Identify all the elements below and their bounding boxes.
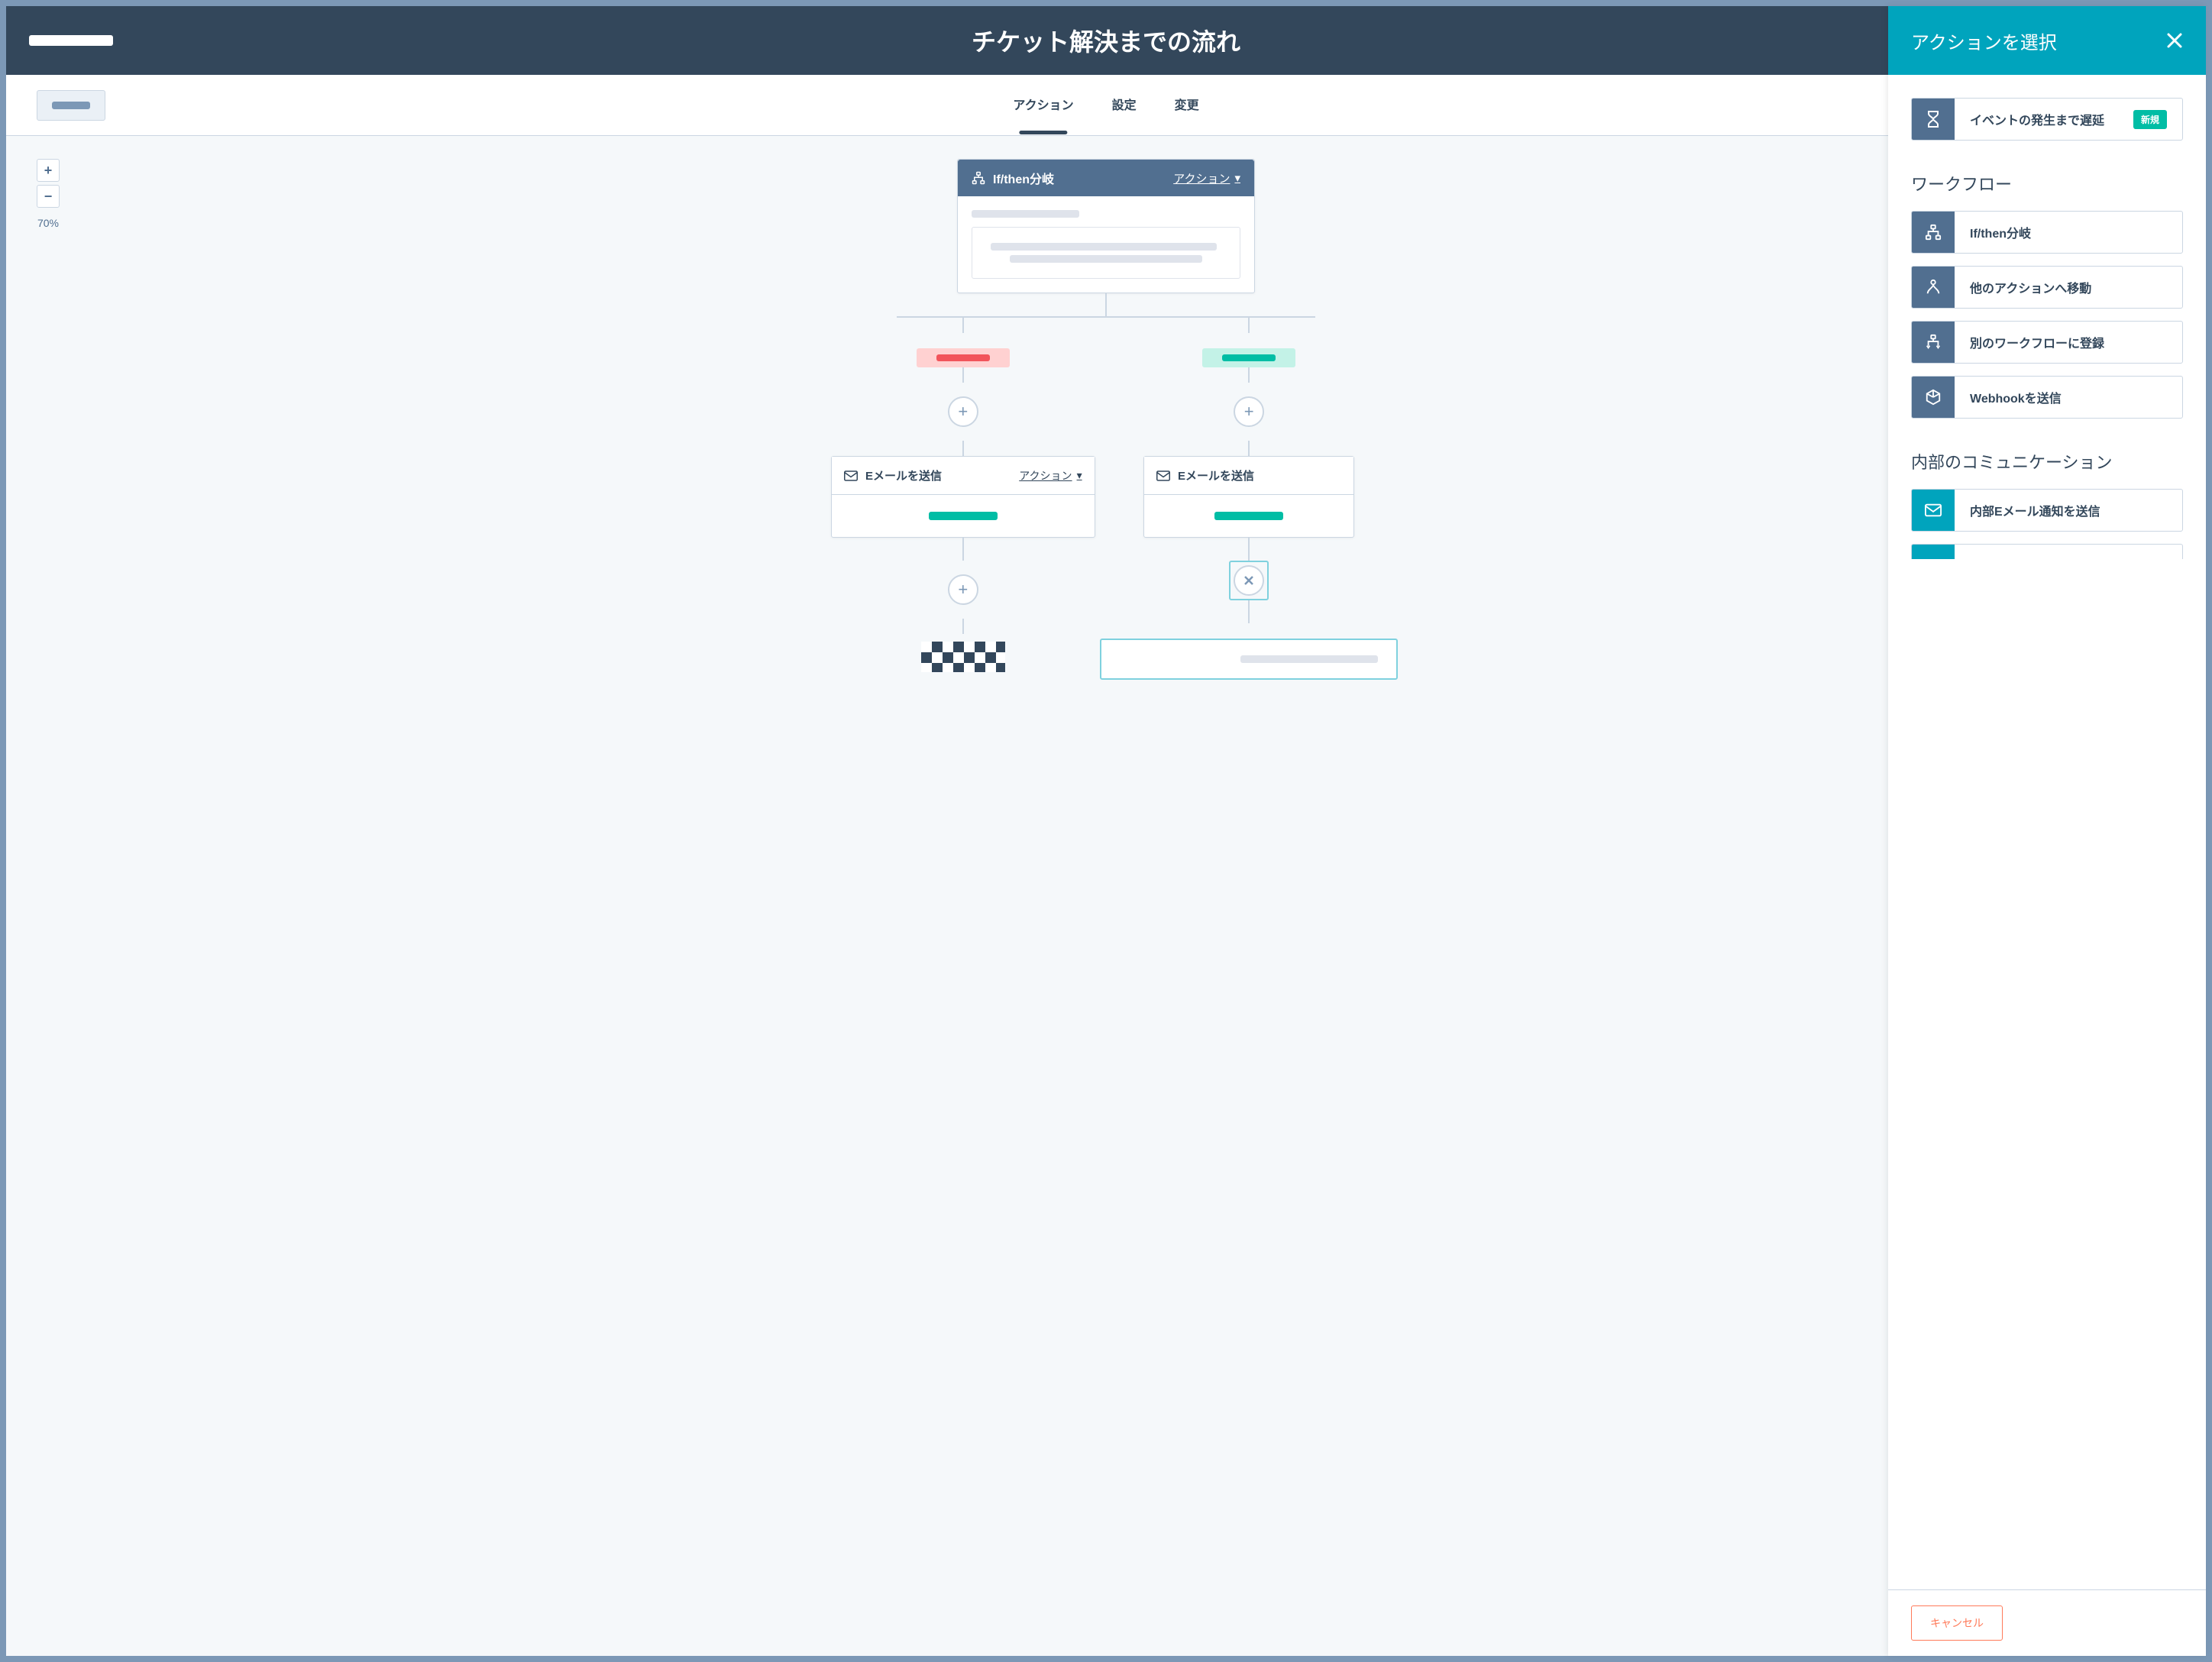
tab-changes[interactable]: 変更 <box>1175 95 1199 116</box>
branch-icon <box>1925 224 1942 241</box>
mail-icon <box>1925 503 1942 517</box>
new-action-placeholder[interactable] <box>1100 639 1398 680</box>
action-label: 内部Eメール通知を送信 <box>1970 501 2100 519</box>
new-badge: 新規 <box>2133 110 2167 129</box>
panel-close-button[interactable] <box>2166 32 2183 49</box>
branch-icon <box>972 171 985 185</box>
action-picker-panel: アクションを選択 イベントの発生まで遅延 新規 ワークフロー If/then分岐 <box>1888 6 2206 1656</box>
back-placeholder[interactable] <box>29 35 113 46</box>
close-icon <box>1243 575 1254 586</box>
chevron-down-icon: ▾ <box>1077 469 1082 482</box>
action-delay-until-event[interactable]: イベントの発生まで遅延 新規 <box>1911 98 2183 141</box>
tab-settings[interactable]: 設定 <box>1112 95 1137 116</box>
tab-action[interactable]: アクション <box>1013 95 1073 116</box>
if-node-title: If/then分岐 <box>993 169 1054 187</box>
section-internal: 内部のコミュニケーション <box>1911 449 2183 474</box>
workflow-canvas[interactable]: + − 70% If/then分岐 アクション ▾ <box>6 136 2206 1656</box>
section-workflow: ワークフロー <box>1911 171 2183 196</box>
mail-icon <box>1156 470 1170 481</box>
action-enroll-workflow[interactable]: 別のワークフローに登録 <box>1911 321 2183 364</box>
panel-title: アクションを選択 <box>1911 27 2057 54</box>
email-node-right-title: Eメールを送信 <box>1178 467 1254 483</box>
remove-action-selected[interactable] <box>1229 561 1269 600</box>
branch-label-no[interactable] <box>917 348 1010 367</box>
action-goto[interactable]: 他のアクションへ移動 <box>1911 266 2183 309</box>
page-title: チケット解決までの流れ <box>972 23 1240 58</box>
email-node-left-title: Eメールを送信 <box>865 467 942 483</box>
close-icon <box>2166 32 2183 49</box>
zoom-out-button[interactable]: − <box>37 185 60 208</box>
mail-icon <box>844 470 858 481</box>
action-internal-email[interactable]: 内部Eメール通知を送信 <box>1911 489 2183 532</box>
action-label: 他のアクションへ移動 <box>1970 278 2091 296</box>
if-node-action-menu[interactable]: アクション ▾ <box>1173 170 1240 186</box>
merge-icon <box>1925 279 1942 296</box>
cube-icon <box>1925 389 1942 406</box>
email-node-left[interactable]: Eメールを送信 アクション ▾ <box>831 456 1095 538</box>
action-label: If/then分岐 <box>1970 223 2031 241</box>
cancel-button[interactable]: キャンセル <box>1911 1605 2003 1641</box>
add-action-button-left-2[interactable]: + <box>948 574 978 605</box>
finish-flag-icon <box>921 642 1005 672</box>
hourglass-icon <box>1925 110 1942 128</box>
branch-label-yes[interactable] <box>1202 348 1295 367</box>
add-action-button-right-1[interactable]: + <box>1234 396 1264 427</box>
main-header: チケット解決までの流れ <box>6 6 2206 75</box>
action-if-then[interactable]: If/then分岐 <box>1911 211 2183 254</box>
email-node-left-action[interactable]: アクション ▾ <box>1019 468 1082 483</box>
chevron-down-icon: ▾ <box>1234 171 1240 185</box>
action-internal-other[interactable] <box>1911 544 2183 559</box>
toolbar-button[interactable] <box>37 90 105 121</box>
zoom-level: 70% <box>37 217 59 229</box>
workflow-enroll-icon <box>1925 334 1942 351</box>
tabs-bar: アクション 設定 変更 <box>6 75 2206 136</box>
if-then-node[interactable]: If/then分岐 アクション ▾ <box>957 159 1255 293</box>
action-label: イベントの発生まで遅延 <box>1970 110 2104 128</box>
add-action-button-left-1[interactable]: + <box>948 396 978 427</box>
email-node-right[interactable]: Eメールを送信 <box>1143 456 1354 538</box>
action-webhook[interactable]: Webhookを送信 <box>1911 376 2183 419</box>
action-label: Webhookを送信 <box>1970 388 2062 406</box>
zoom-in-button[interactable]: + <box>37 159 60 182</box>
action-label: 別のワークフローに登録 <box>1970 333 2104 351</box>
